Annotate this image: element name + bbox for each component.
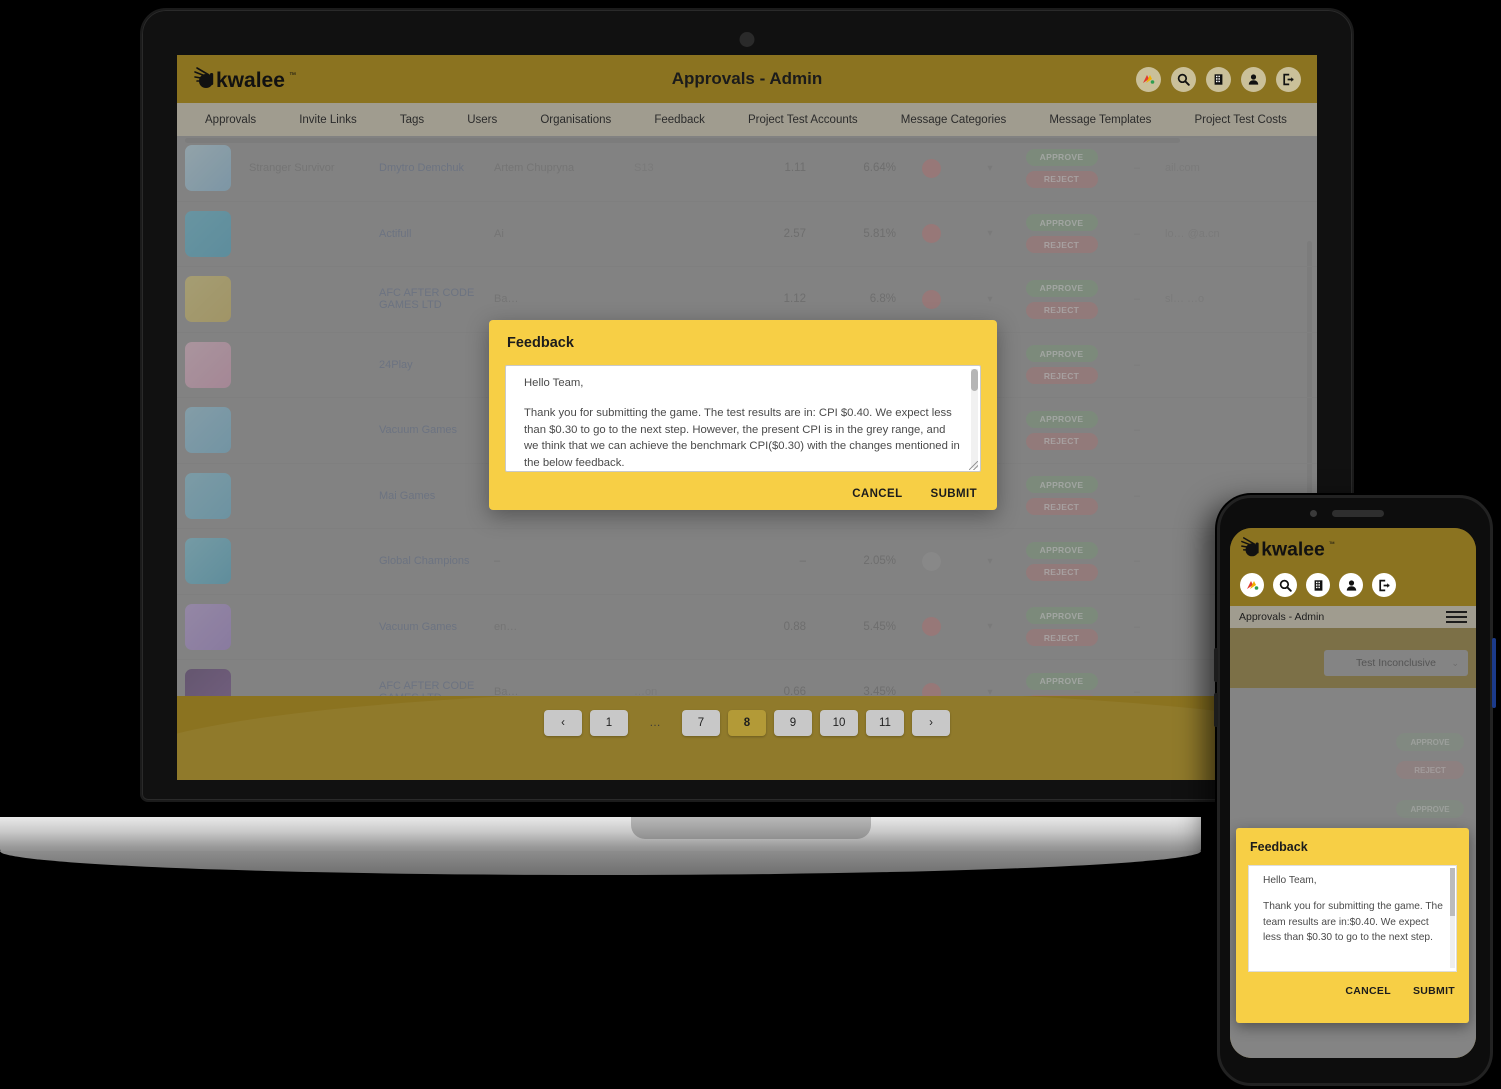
page-9-button[interactable]: 9 bbox=[774, 710, 812, 736]
page-ellipsis: … bbox=[649, 717, 661, 729]
phone-header: kwalee ™ bbox=[1230, 528, 1476, 606]
phone-feedback-body: Thank you for submitting the game. The t… bbox=[1263, 900, 1443, 944]
cancel-button[interactable]: CANCEL bbox=[852, 488, 902, 500]
phone-kwalee-logo[interactable]: kwalee ™ bbox=[1240, 536, 1466, 565]
search-icon[interactable] bbox=[1171, 66, 1196, 92]
feedback-dialog: Feedback Hello Team, Thank you for submi… bbox=[489, 320, 997, 510]
phone-speaker bbox=[1332, 510, 1384, 517]
phone-textarea-scrollbar[interactable] bbox=[1450, 868, 1455, 968]
svg-text:kwalee: kwalee bbox=[216, 69, 285, 92]
phone-feedback-textarea[interactable]: Hello Team, Thank you for submitting the… bbox=[1248, 865, 1457, 972]
pagination: ‹ 1 … 7 8 9 10 11 › bbox=[177, 696, 1317, 736]
logout-icon[interactable] bbox=[1372, 573, 1396, 597]
main-nav: Approvals Invite Links Tags Users Organi… bbox=[177, 103, 1317, 136]
user-icon[interactable] bbox=[1241, 66, 1266, 92]
laptop-frame: kwalee ™ Approvals - Admin Approvals Inv… bbox=[140, 8, 1354, 802]
feedback-body: Thank you for submitting the game. The t… bbox=[524, 407, 960, 469]
hamburger-menu-icon[interactable] bbox=[1446, 610, 1467, 624]
page-10-button[interactable]: 10 bbox=[820, 710, 858, 736]
phone-volume-down-button[interactable] bbox=[1214, 693, 1218, 727]
nav-item-project-test-accounts[interactable]: Project Test Accounts bbox=[738, 114, 868, 126]
analytics-icon[interactable] bbox=[1240, 573, 1264, 597]
phone-frame: kwalee ™ Approvals - Admin Feedback Hell… bbox=[1214, 495, 1496, 1086]
feedback-greeting: Hello Team, bbox=[524, 377, 584, 389]
laptop-notch bbox=[630, 817, 871, 839]
svg-text:kwalee: kwalee bbox=[1261, 538, 1325, 560]
svg-text:™: ™ bbox=[1329, 541, 1335, 548]
page-7-button[interactable]: 7 bbox=[682, 710, 720, 736]
laptop-foot bbox=[0, 851, 1201, 875]
building-icon[interactable] bbox=[1206, 66, 1231, 92]
webcam-icon bbox=[739, 32, 755, 47]
page-prev-button[interactable]: ‹ bbox=[544, 710, 582, 736]
phone-page-bar: Approvals - Admin bbox=[1230, 606, 1476, 628]
submit-button[interactable]: SUBMIT bbox=[931, 488, 977, 500]
laptop-base bbox=[0, 817, 1201, 854]
phone-feedback-dialog: Feedback Hello Team, Thank you for submi… bbox=[1236, 828, 1469, 1023]
nav-item-invite-links[interactable]: Invite Links bbox=[289, 114, 367, 126]
screenshot-root: kwalee ™ Approvals - Admin Approvals Inv… bbox=[0, 0, 1501, 1089]
user-icon[interactable] bbox=[1339, 573, 1363, 597]
nav-item-message-categories[interactable]: Message Categories bbox=[891, 114, 1016, 126]
nav-item-message-templates[interactable]: Message Templates bbox=[1039, 114, 1161, 126]
nav-item-organisations[interactable]: Organisations bbox=[530, 114, 621, 126]
nav-item-feedback[interactable]: Feedback bbox=[644, 114, 715, 126]
phone-volume-button[interactable] bbox=[1214, 648, 1218, 682]
header-icon-group bbox=[1136, 66, 1301, 92]
pagination-bar: ‹ 1 … 7 8 9 10 11 › bbox=[177, 696, 1317, 780]
dialog-title: Feedback bbox=[507, 335, 574, 351]
phone-icon-group bbox=[1240, 573, 1466, 597]
textarea-resize-grip[interactable] bbox=[969, 461, 978, 470]
dialog-actions: CANCEL SUBMIT bbox=[505, 488, 981, 500]
feedback-textarea[interactable]: Hello Team, Thank you for submitting the… bbox=[505, 365, 981, 472]
laptop-screen: kwalee ™ Approvals - Admin Approvals Inv… bbox=[177, 55, 1317, 780]
phone-cancel-button[interactable]: CANCEL bbox=[1345, 985, 1391, 997]
phone-dialog-title: Feedback bbox=[1250, 840, 1308, 854]
phone-page-title: Approvals - Admin bbox=[1239, 611, 1325, 623]
phone-feedback-greeting: Hello Team, bbox=[1263, 875, 1317, 886]
page-8-button[interactable]: 8 bbox=[728, 710, 766, 736]
building-icon[interactable] bbox=[1306, 573, 1330, 597]
analytics-icon[interactable] bbox=[1136, 66, 1161, 92]
nav-item-project-test-costs[interactable]: Project Test Costs bbox=[1184, 114, 1316, 126]
phone-feedback-textarea-content: Hello Team, Thank you for submitting the… bbox=[1249, 866, 1456, 946]
nav-item-approvals[interactable]: Approvals bbox=[177, 114, 266, 126]
phone-body: Test Inconclusive ⌄ APPROVE REJECT APPRO… bbox=[1230, 628, 1476, 1058]
phone-camera-icon bbox=[1310, 510, 1317, 517]
svg-text:™: ™ bbox=[289, 72, 296, 79]
textarea-scrollbar[interactable] bbox=[971, 369, 978, 468]
phone-dialog-actions: CANCEL SUBMIT bbox=[1248, 985, 1457, 997]
kwalee-logo[interactable]: kwalee ™ bbox=[193, 66, 297, 92]
nav-item-users[interactable]: Users bbox=[457, 114, 507, 126]
logout-icon[interactable] bbox=[1276, 66, 1301, 92]
phone-screen: kwalee ™ Approvals - Admin Feedback Hell… bbox=[1230, 528, 1476, 1058]
phone-submit-button[interactable]: SUBMIT bbox=[1413, 985, 1455, 997]
nav-item-tags[interactable]: Tags bbox=[390, 114, 434, 126]
search-icon[interactable] bbox=[1273, 573, 1297, 597]
phone-power-button[interactable] bbox=[1492, 638, 1496, 708]
page-11-button[interactable]: 11 bbox=[866, 710, 904, 736]
feedback-textarea-content: Hello Team, Thank you for submitting the… bbox=[506, 366, 980, 471]
page-1-button[interactable]: 1 bbox=[590, 710, 628, 736]
page-next-button[interactable]: › bbox=[912, 710, 950, 736]
app-header: kwalee ™ Approvals - Admin bbox=[177, 55, 1317, 103]
